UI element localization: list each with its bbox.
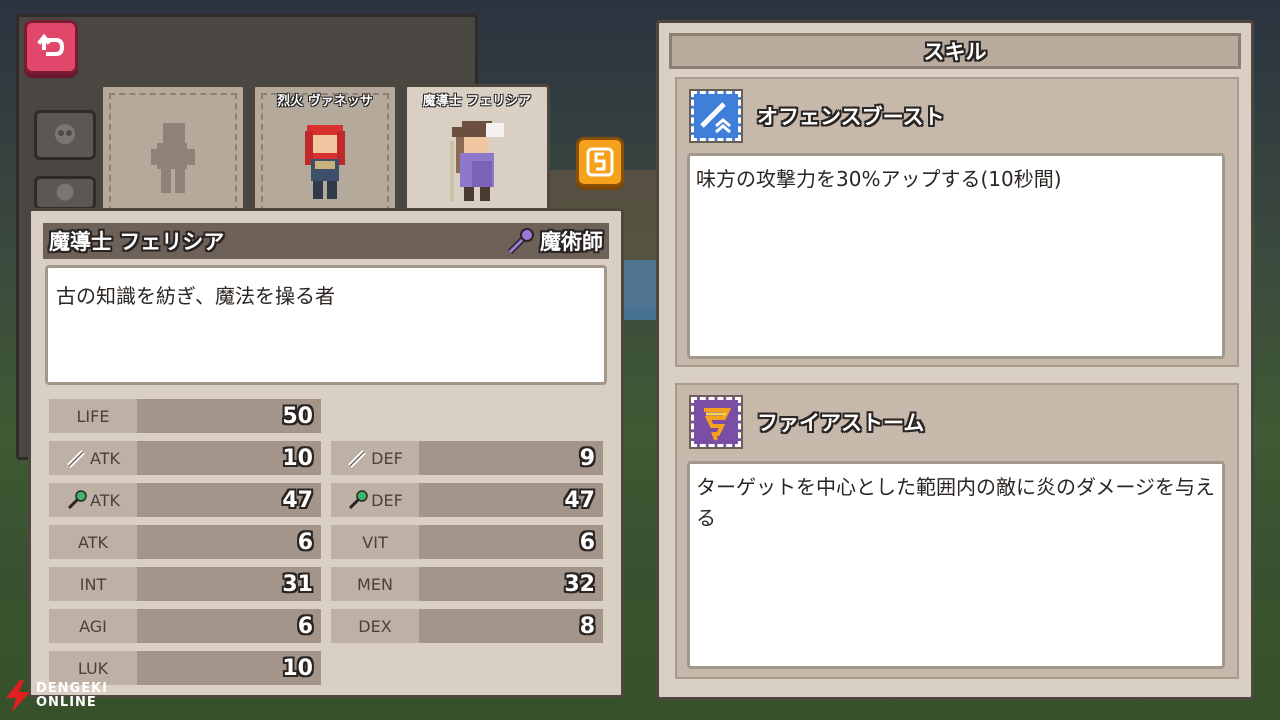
character-description: 古の知識を紡ぎ、魔法を操る者 (45, 265, 607, 385)
stat-value: 47 (137, 483, 321, 517)
stat-label: DEX (358, 616, 392, 636)
character-tab-felicia[interactable]: 魔導士 フェリシア (404, 84, 550, 216)
stat-vit: VIT 6 (331, 525, 603, 559)
character-tab-locked[interactable] (100, 84, 246, 212)
stat-label: INT (79, 574, 107, 594)
stat-physical-def: DEF 9 (331, 441, 603, 475)
swap-button[interactable] (576, 137, 624, 187)
magic-staff-icon (67, 490, 87, 510)
stat-agi: AGI 6 (49, 609, 321, 643)
stat-value: 6 (137, 609, 321, 643)
stat-value: 9 (419, 441, 603, 475)
filter-button[interactable] (34, 110, 96, 160)
skull-icon (55, 124, 75, 144)
logo-line: ONLINE (36, 695, 97, 710)
return-arrow-icon (37, 33, 65, 56)
tab-label: 魔導士 フェリシア (422, 94, 532, 109)
character-tab-vanessa[interactable]: 烈火 ヴァネッサ (252, 84, 398, 212)
wand-icon (507, 228, 534, 255)
back-button[interactable] (24, 20, 78, 74)
magic-staff-icon (349, 490, 368, 510)
skill-description-text: ターゲットを中心とした範囲内の敵に炎のダメージを与える (696, 475, 1215, 530)
stat-label: DEF (371, 490, 403, 510)
skill-header: オフェンスブースト (689, 89, 945, 143)
vanessa-sprite-icon (305, 125, 345, 199)
stat-value: 47 (419, 483, 603, 517)
stat-label: AGI (79, 616, 107, 636)
character-header: 魔導士 フェリシア 魔術師 (43, 223, 609, 259)
stat-value: 50 (137, 399, 321, 433)
stat-value: 31 (137, 567, 321, 601)
dengeki-online-logo: DENGEKI ONLINE (4, 680, 108, 712)
stat-label: DEF (371, 448, 403, 468)
skill-header: ファイアストーム (689, 395, 925, 449)
stat-value: 6 (419, 525, 603, 559)
stat-label-wrap: ATK (49, 483, 137, 517)
swap-icon (586, 147, 614, 177)
description-text: 古の知識を紡ぎ、魔法を操る者 (56, 284, 335, 308)
skill-panel-title: スキル (669, 33, 1241, 69)
fire-tornado-icon (689, 395, 743, 449)
stat-label: VIT (362, 532, 388, 552)
stat-label: MEN (357, 574, 393, 594)
stat-atk: ATK 6 (49, 525, 321, 559)
skill-description-text: 味方の攻撃力を30%アップする(10秒間) (696, 167, 1062, 191)
logo-line: DENGEKI (36, 681, 109, 696)
skill-name: ファイアストーム (757, 411, 925, 435)
stat-value: 8 (419, 609, 603, 643)
stat-life: LIFE 50 (49, 399, 321, 433)
skill-description: 味方の攻撃力を30%アップする(10秒間) (687, 153, 1225, 359)
stat-label: ATK (78, 532, 108, 552)
stat-magic-atk: ATK 47 (49, 483, 321, 517)
character-name: 魔導士 フェリシア (49, 230, 225, 254)
stat-value: 10 (137, 651, 321, 685)
sword-boost-icon (689, 89, 743, 143)
stat-label-wrap: DEF (331, 441, 419, 475)
stat-label-wrap: ATK (49, 441, 137, 475)
stat-men: MEN 32 (331, 567, 603, 601)
lightning-logo-icon (6, 680, 30, 712)
stat-physical-atk: ATK 10 (49, 441, 321, 475)
skill-card[interactable]: ファイアストーム ターゲットを中心とした範囲内の敵に炎のダメージを与える (675, 383, 1239, 679)
stat-int: INT 31 (49, 567, 321, 601)
skill-panel: スキル オフェンスブースト 味方の攻撃力を30%アップする(10秒間) ファイア… (656, 20, 1254, 700)
character-info-panel: 魔導士 フェリシア 魔術師 古の知識を紡ぎ、魔法を操る者 LIFE 50 ATK… (28, 208, 624, 698)
stat-value: 10 (137, 441, 321, 475)
filter-button[interactable] (34, 176, 96, 210)
stat-magic-def: DEF 47 (331, 483, 603, 517)
skill-card[interactable]: オフェンスブースト 味方の攻撃力を30%アップする(10秒間) (675, 77, 1239, 367)
stat-label-wrap: DEF (331, 483, 419, 517)
character-class: 魔術師 (540, 230, 603, 254)
stat-label: LIFE (76, 406, 110, 426)
skill-name: オフェンスブースト (757, 105, 945, 129)
sword-icon (67, 450, 85, 468)
stat-value: 6 (137, 525, 321, 559)
stat-value: 32 (419, 567, 603, 601)
tab-label: 烈火 ヴァネッサ (277, 94, 373, 109)
stat-dex: DEX 8 (331, 609, 603, 643)
character-silhouette-icon (151, 123, 195, 193)
stat-label: ATK (90, 490, 120, 510)
stat-label: ATK (90, 448, 120, 468)
sword-icon (348, 450, 366, 468)
felicia-sprite-icon (450, 121, 504, 201)
skill-description: ターゲットを中心とした範囲内の敵に炎のダメージを与える (687, 461, 1225, 669)
skull-icon (56, 183, 74, 201)
